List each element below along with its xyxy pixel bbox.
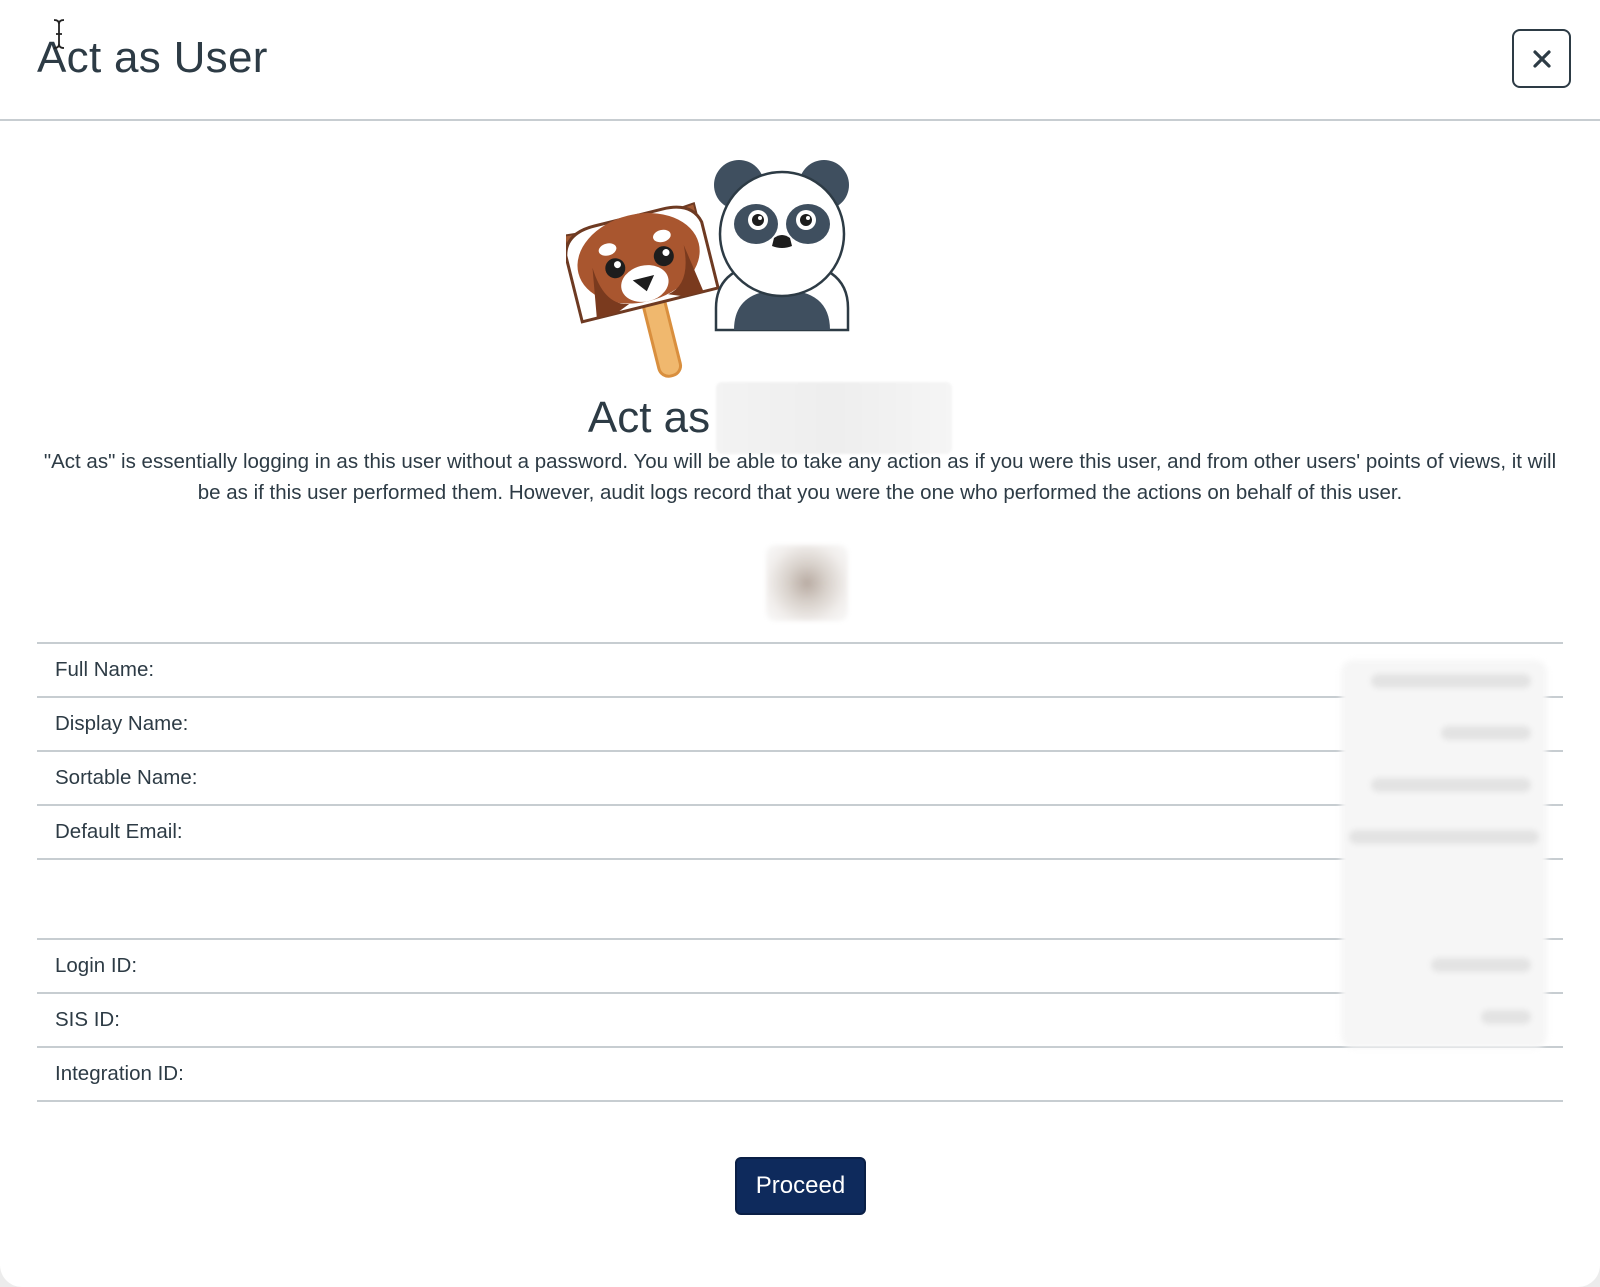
info-row-full-name: Full Name: bbox=[37, 644, 1563, 698]
act-as-label: Act as bbox=[587, 393, 711, 442]
info-row-blank bbox=[37, 860, 1563, 940]
info-label: SIS ID: bbox=[55, 1008, 120, 1031]
text-cursor-icon bbox=[53, 19, 65, 49]
act-as-heading: Act as bbox=[0, 382, 1600, 454]
modal-title: Act as User bbox=[37, 33, 268, 82]
panda-icon bbox=[714, 160, 850, 332]
avatar bbox=[766, 545, 848, 621]
info-row-sortable-name: Sortable Name: bbox=[37, 752, 1563, 806]
user-info-table: Full Name: Display Name: Sortable Name: … bbox=[37, 642, 1563, 1102]
info-row-login-id: Login ID: bbox=[37, 940, 1563, 994]
close-button[interactable] bbox=[1512, 29, 1571, 88]
info-row-sis-id: SIS ID: bbox=[37, 994, 1563, 1048]
act-as-description: "Act as" is essentially logging in as th… bbox=[43, 450, 1557, 504]
info-label: Full Name: bbox=[55, 658, 155, 681]
mascots-illustration bbox=[566, 160, 850, 378]
info-label: Login ID: bbox=[55, 954, 138, 977]
modal-header: Act as User bbox=[0, 0, 1600, 121]
info-label: Sortable Name: bbox=[55, 766, 198, 789]
red-panda-icon bbox=[566, 201, 720, 378]
redacted-user-values bbox=[1341, 660, 1547, 1048]
info-row-default-email: Default Email: bbox=[37, 806, 1563, 860]
proceed-button[interactable]: Proceed bbox=[735, 1157, 866, 1215]
info-label: Integration ID: bbox=[55, 1062, 184, 1085]
close-icon bbox=[1532, 49, 1551, 68]
info-label: Default Email: bbox=[55, 820, 183, 843]
act-as-user-modal: Act as User Act as "Act as" is essential… bbox=[0, 0, 1600, 1287]
info-row-integration-id: Integration ID: bbox=[37, 1048, 1563, 1102]
info-row-display-name: Display Name: bbox=[37, 698, 1563, 752]
redacted-user-name bbox=[716, 382, 953, 454]
info-label: Display Name: bbox=[55, 712, 189, 735]
